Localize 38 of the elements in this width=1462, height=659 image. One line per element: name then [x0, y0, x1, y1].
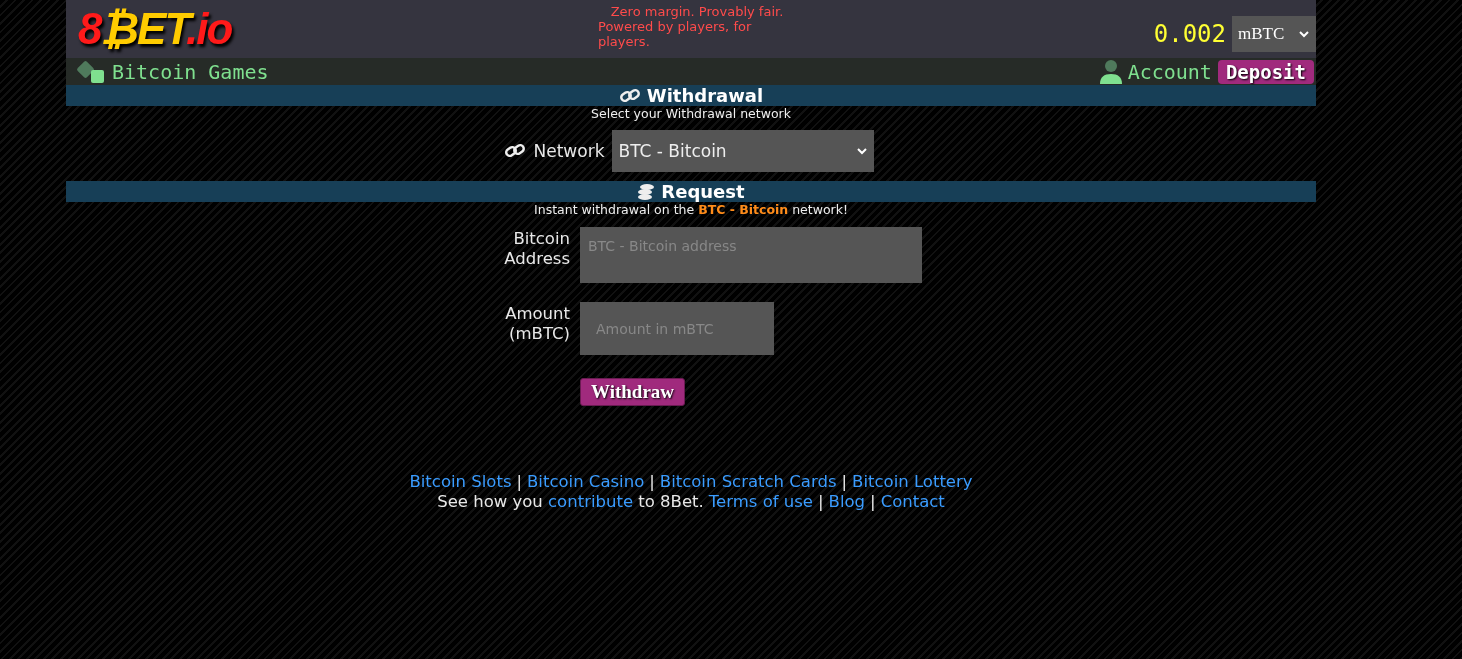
balance-amount: 0.002: [1153, 20, 1226, 48]
separator: |: [649, 472, 655, 492]
coins-icon: [637, 182, 656, 201]
account-link[interactable]: Account: [1127, 59, 1212, 84]
section-title: Withdrawal: [646, 85, 764, 106]
dice-icon: [76, 59, 106, 84]
tagline: Zero margin. Provably fair.: [610, 4, 784, 19]
unit-select[interactable]: mBTC: [1232, 16, 1316, 52]
footer-link[interactable]: Bitcoin Scratch Cards: [659, 472, 837, 492]
contribute-link[interactable]: contribute: [548, 492, 634, 511]
withdraw-button[interactable]: Withdraw: [580, 378, 686, 406]
separator: |: [841, 472, 848, 492]
network-label: Network: [533, 141, 605, 161]
separator: |: [870, 492, 876, 512]
footer-link[interactable]: Blog: [828, 492, 866, 512]
separator: |: [516, 472, 523, 492]
footer-link[interactable]: Bitcoin Slots: [409, 472, 512, 492]
link-icon: [618, 87, 641, 104]
chevron-down-icon: [856, 147, 869, 155]
footer-link[interactable]: Bitcoin Lottery: [852, 472, 973, 492]
network-select[interactable]: BTC - Bitcoin: [612, 130, 875, 172]
request-note: Instant withdrawal on the BTC - Bitcoin network!: [534, 202, 848, 217]
bitcoin-games-link[interactable]: Bitcoin Games: [112, 59, 269, 84]
deposit-button[interactable]: Deposit: [1217, 59, 1314, 84]
contribute-sentence: See how you contribute to 8Bet.: [437, 492, 704, 512]
link-icon: [503, 143, 526, 159]
logo[interactable]: 8₿ET.io: [78, 4, 598, 54]
section-title: Request: [661, 181, 745, 202]
field-label: Bitcoin Address: [503, 228, 570, 269]
separator: |: [818, 492, 824, 512]
footer-link[interactable]: Contact: [880, 492, 945, 512]
field-label: Amount (mBTC): [504, 303, 570, 344]
chevron-down-icon: [1298, 30, 1310, 38]
tagline: Powered by players, for players.: [598, 19, 753, 49]
footer-link[interactable]: Terms of use: [708, 492, 813, 512]
section-subtitle: Select your Withdrawal network: [591, 106, 791, 121]
user-icon: [1099, 59, 1122, 84]
footer-link[interactable]: Bitcoin Casino: [527, 472, 645, 492]
